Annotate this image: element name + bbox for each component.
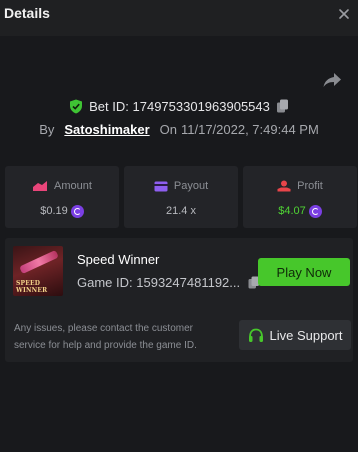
stat-label: Amount	[54, 180, 92, 192]
stat-payout: Payout 21.4 x	[124, 166, 238, 228]
on-label: On	[159, 121, 177, 137]
stat-profit: Profit $4.07	[243, 166, 357, 228]
coin-icon	[308, 204, 322, 218]
bet-id-row: Bet ID: 1749753301963905543	[0, 96, 358, 116]
thumb-title-line2: WINNER	[16, 287, 48, 294]
live-support-button[interactable]: Live Support	[239, 320, 351, 350]
thumb-title-line1: SPEED	[16, 280, 41, 287]
live-support-label: Live Support	[269, 327, 343, 343]
coin-icon	[70, 204, 84, 218]
bet-id-value: 1749753301963905543	[132, 98, 270, 114]
share-icon[interactable]	[322, 71, 342, 89]
stat-value: $4.07	[278, 205, 306, 217]
play-now-button[interactable]: Play Now	[258, 258, 350, 286]
by-label: By	[39, 121, 55, 137]
headset-icon	[248, 328, 263, 342]
shield-check-icon	[69, 99, 83, 114]
stat-value: $0.19	[40, 205, 68, 217]
stat-label: Profit	[297, 180, 323, 192]
card-icon	[154, 181, 168, 191]
game-name: Speed Winner	[77, 252, 160, 267]
profit-icon	[277, 180, 291, 192]
stat-label: Payout	[173, 180, 209, 192]
game-id-label: Game ID:	[77, 275, 133, 290]
game-id-value: 1593247481192...	[136, 275, 241, 290]
close-icon[interactable]	[336, 6, 352, 22]
support-note: Any issues, please contact the customer …	[14, 323, 197, 351]
bet-datetime: 11/17/2022, 7:49:44 PM	[180, 121, 319, 137]
page-title: Details	[4, 5, 50, 21]
username-link[interactable]: Satoshimaker	[64, 122, 149, 137]
copy-icon[interactable]	[276, 99, 289, 113]
stat-amount: Amount $0.19	[5, 166, 119, 228]
game-thumbnail[interactable]: SPEED WINNER	[13, 246, 63, 296]
wallet-icon	[33, 181, 48, 191]
header-bar	[0, 0, 358, 36]
stat-value: 21.4 x	[166, 205, 196, 217]
author-row: By Satoshimaker On 11/17/2022, 7:49:44 P…	[0, 120, 358, 138]
game-id-row: Game ID: 1593247481192...	[77, 275, 260, 290]
bet-id-label: Bet ID:	[89, 98, 129, 114]
game-card: SPEED WINNER Speed Winner Game ID: 15932…	[5, 238, 353, 362]
